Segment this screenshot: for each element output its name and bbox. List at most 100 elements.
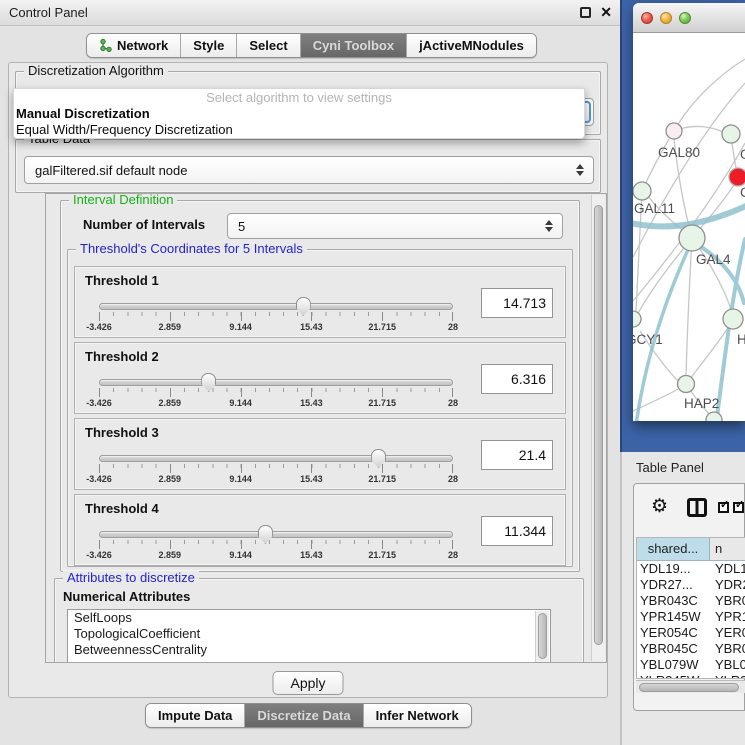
slider-track[interactable] — [99, 303, 453, 310]
table-horizontal-scrollbar[interactable] — [636, 680, 745, 693]
bottom-tab-bar: Impute Data Discretize Data Infer Networ… — [145, 703, 472, 728]
checkbox-icon[interactable]: ✓ — [733, 502, 744, 513]
spinner-arrows-icon — [545, 220, 553, 232]
checkbox-icon[interactable]: ✓ — [718, 502, 729, 513]
control-panel: Control Panel ✕ Network Style Select — [0, 0, 620, 745]
minimize-traffic-light-icon[interactable] — [660, 12, 672, 24]
table-data-combobox[interactable]: galFiltered.sif default node — [24, 156, 594, 184]
threshold-4-value-field[interactable]: 11.344 — [481, 516, 553, 546]
threshold-label: Threshold 1 — [85, 273, 159, 288]
threshold-3-box: Threshold 3 -3.426 2.859 9 — [74, 418, 566, 490]
tab-label: Discretize Data — [257, 708, 350, 723]
zoom-traffic-light-icon[interactable] — [679, 12, 691, 24]
table-row[interactable]: YDR27... YDR2 — [637, 577, 745, 593]
tab-style[interactable]: Style — [181, 34, 237, 57]
list-item[interactable]: TopologicalCoefficient — [68, 626, 550, 642]
tab-label: Infer Network — [376, 708, 459, 723]
number-of-intervals-spinner[interactable]: 5 — [227, 213, 563, 239]
tab-label: jActiveMNodules — [419, 38, 524, 53]
table-row[interactable]: YBR045C YBR0 — [637, 641, 745, 657]
tab-network[interactable]: Network — [87, 34, 181, 57]
split-columns-icon[interactable] — [687, 498, 707, 517]
list-scrollbar[interactable] — [535, 611, 549, 663]
node-label: GAL80 — [658, 145, 700, 160]
close-traffic-light-icon[interactable] — [641, 12, 653, 24]
slider-ruler — [99, 540, 453, 549]
node-gal4[interactable] — [679, 225, 705, 251]
dropdown-item-equal-width-frequency[interactable]: Equal Width/Frequency Discretization — [14, 122, 584, 138]
attributes-to-discretize-group: Attributes to discretize Numerical Attri… — [54, 578, 584, 663]
table-toolbar: ⚙ ✓ ✓ — [634, 484, 744, 534]
node-label: GAL11 — [634, 201, 675, 216]
network-window: GAL80 GA C GAL11 GAL4 GCY1 H HAP2 — [633, 3, 745, 421]
tab-discretize-data[interactable]: Discretize Data — [245, 704, 363, 727]
slider-tick-labels: -3.426 2.859 9.144 15.43 21.715 28 — [99, 398, 453, 409]
scrollbar-thumb[interactable] — [594, 205, 603, 645]
table-row[interactable]: YER054C YER0 — [637, 625, 745, 641]
table-data-value: galFiltered.sif default node — [25, 163, 593, 178]
node-gcy1[interactable] — [633, 311, 641, 327]
list-item[interactable]: BetweennessCentrality — [68, 642, 550, 658]
gear-icon[interactable]: ⚙ — [651, 496, 668, 518]
network-canvas[interactable]: GAL80 GA C GAL11 GAL4 GCY1 H HAP2 — [633, 34, 745, 421]
combo-arrows-icon — [576, 164, 584, 176]
node-label: GA — [740, 147, 745, 162]
node-table-panel: ⚙ ✓ ✓ shared... n YDL19... YDL1 YDR27...… — [633, 483, 745, 711]
threshold-2-value-field[interactable]: 6.316 — [481, 364, 553, 394]
node-gal80[interactable] — [666, 123, 682, 139]
tab-jactivemnodules[interactable]: jActiveMNodules — [407, 34, 536, 57]
interval-definition-group: Interval Definition Number of Intervals … — [60, 200, 580, 572]
group-title: Discretization Algorithm — [24, 64, 168, 78]
slider-track[interactable] — [99, 531, 453, 538]
apply-button[interactable]: Apply — [272, 671, 343, 695]
threshold-label: Threshold 4 — [85, 501, 159, 516]
panel-title: Control Panel — [9, 5, 88, 20]
tab-select[interactable]: Select — [237, 34, 300, 57]
tab-impute-data[interactable]: Impute Data — [146, 704, 245, 727]
column-header-name[interactable]: n — [710, 538, 745, 560]
node-h[interactable] — [723, 309, 743, 329]
tab-label: Network — [117, 38, 168, 53]
network-graph: GAL80 GA C GAL11 GAL4 GCY1 H HAP2 — [633, 34, 745, 421]
slider-tick-labels: -3.426 2.859 9.144 15.43 21.715 28 — [99, 474, 453, 485]
tab-label: Select — [249, 38, 287, 53]
algorithm-dropdown-popup: Select algorithm to view settings Manual… — [13, 88, 585, 139]
close-icon[interactable]: ✕ — [600, 4, 612, 21]
tab-infer-network[interactable]: Infer Network — [364, 704, 471, 727]
node-hap2[interactable] — [678, 376, 695, 393]
threshold-label: Threshold 3 — [85, 425, 159, 440]
number-of-intervals-value: 5 — [228, 219, 562, 234]
group-title: Threshold's Coordinates for 5 Intervals — [76, 242, 307, 256]
slider-tick-labels: -3.426 2.859 9.144 15.43 21.715 28 — [99, 322, 453, 333]
network-graph-icon — [99, 39, 112, 52]
number-of-intervals-label: Number of Intervals — [83, 217, 205, 232]
scrollbar-thumb[interactable] — [538, 613, 547, 659]
list-item[interactable]: SelfLoops — [68, 610, 550, 626]
threshold-1-box: Threshold 1 -3.426 2.859 9 — [74, 266, 566, 338]
table-row[interactable]: YLR345W YLR3 — [637, 673, 745, 679]
slider-ruler — [99, 464, 453, 473]
settings-scrollbar[interactable] — [591, 195, 605, 661]
table-row[interactable]: YBR043C YBR0 — [637, 593, 745, 609]
node-selected-red[interactable] — [729, 168, 745, 186]
threshold-3-value-field[interactable]: 21.4 — [481, 440, 553, 470]
screenshot-root: Control Panel ✕ Network Style Select — [0, 0, 745, 745]
slider-track[interactable] — [99, 379, 453, 386]
cyni-toolbox-panel: Discretization Algorithm Select algorith… — [8, 62, 608, 698]
tab-label: Impute Data — [158, 708, 232, 723]
table-row[interactable]: YDL19... YDL1 — [637, 561, 745, 577]
dropdown-item-manual-discretization[interactable]: Manual Discretization — [14, 106, 584, 122]
table-row[interactable]: YBL079W YBL0 — [637, 657, 745, 673]
control-panel-titlebar: Control Panel ✕ — [0, 0, 620, 26]
threshold-1-value-field[interactable]: 14.713 — [481, 288, 553, 318]
float-window-icon[interactable] — [580, 7, 591, 18]
slider-track[interactable] — [99, 455, 453, 462]
table-row[interactable]: YPR145W YPR1 — [637, 609, 745, 625]
tab-cyni-toolbox[interactable]: Cyni Toolbox — [301, 34, 407, 57]
table-data-group: Table Data galFiltered.sif default node — [15, 139, 601, 193]
node-partial-top[interactable] — [722, 125, 740, 143]
network-window-titlebar[interactable] — [633, 3, 745, 33]
node-gal11[interactable] — [633, 182, 651, 200]
column-header-shared-name[interactable]: shared... — [637, 538, 710, 560]
scrollbar-thumb[interactable] — [639, 683, 739, 692]
